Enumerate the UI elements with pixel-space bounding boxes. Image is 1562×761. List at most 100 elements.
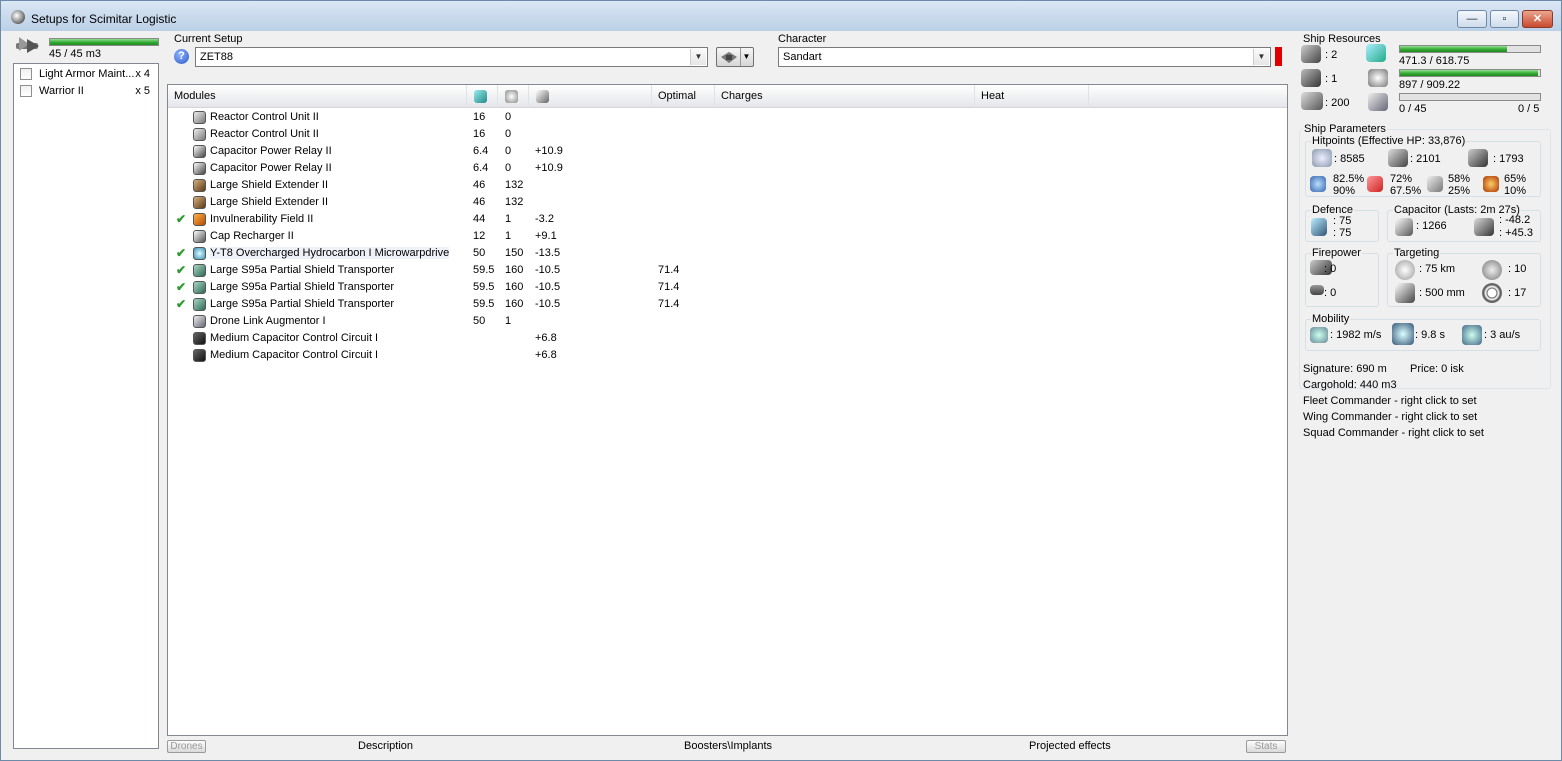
column-cpu[interactable] bbox=[467, 85, 498, 108]
chevron-down-icon[interactable]: ▼ bbox=[740, 48, 752, 66]
shield-hp-icon bbox=[1312, 149, 1332, 167]
ship-menu-button[interactable]: ▼ bbox=[716, 47, 754, 67]
module-cpu: 16 bbox=[473, 128, 486, 140]
table-row[interactable]: ✔ Large S95a Partial Shield Transporter 59… bbox=[168, 262, 1287, 279]
column-charges[interactable]: Charges bbox=[715, 85, 975, 108]
column-powergrid[interactable] bbox=[498, 85, 529, 108]
minimize-button[interactable]: — bbox=[1457, 10, 1487, 28]
character-status-indicator bbox=[1275, 47, 1282, 66]
table-row[interactable]: ✔ Invulnerability Field II 44 1 -3.2 bbox=[168, 211, 1287, 228]
setup-select[interactable]: ZET88 ▼ bbox=[195, 47, 708, 67]
ship-icon bbox=[721, 52, 737, 63]
shield-transporter-icon bbox=[193, 281, 206, 294]
list-item[interactable]: Warrior II x 5 bbox=[14, 83, 158, 99]
module-powergrid: 1 bbox=[505, 315, 512, 327]
column-heat[interactable]: Heat bbox=[975, 85, 1089, 108]
tab-description[interactable]: Description bbox=[358, 740, 413, 752]
module-powergrid: 1 bbox=[505, 230, 512, 242]
module-name: Cap Recharger II bbox=[210, 230, 294, 242]
module-capacitor: -10.5 bbox=[535, 298, 561, 310]
cap-relay-icon bbox=[193, 162, 206, 175]
explosive-armor-resist: 10% bbox=[1504, 185, 1527, 197]
active-check-icon[interactable]: ✔ bbox=[176, 212, 186, 226]
module-cpu: 6.4 bbox=[473, 145, 489, 157]
column-optimal[interactable]: Optimal bbox=[652, 85, 715, 108]
sensor-strength-icon bbox=[1482, 283, 1502, 303]
table-row[interactable]: ✔ Y-T8 Overcharged Hydrocarbon I Microwar… bbox=[168, 245, 1287, 262]
table-row[interactable]: Medium Capacitor Control Circuit I +6.8 bbox=[168, 330, 1287, 347]
chevron-down-icon[interactable]: ▼ bbox=[1253, 49, 1269, 65]
module-capacitor: +10.9 bbox=[535, 162, 563, 174]
maximize-button[interactable]: ▫ bbox=[1490, 10, 1519, 28]
align-time-icon bbox=[1392, 323, 1414, 345]
capacitor-regen: : +45.3 bbox=[1499, 227, 1533, 239]
module-powergrid: 0 bbox=[505, 128, 512, 140]
drone-name: Light Armor Maint... bbox=[39, 68, 135, 80]
structure-hp: : 1793 bbox=[1493, 153, 1524, 165]
tab-stats[interactable]: Stats bbox=[1246, 740, 1286, 753]
active-check-icon[interactable]: ✔ bbox=[176, 280, 186, 294]
drone-bay-capacity-text: 45 / 45 m3 bbox=[49, 48, 101, 60]
squad-commander[interactable]: Squad Commander - right click to set bbox=[1303, 427, 1484, 439]
module-name: Reactor Control Unit II bbox=[210, 128, 319, 140]
drone-list[interactable]: Light Armor Maint... x 4 Warrior II x 5 bbox=[13, 63, 159, 749]
drone-checkbox[interactable] bbox=[20, 85, 32, 97]
table-row[interactable]: Reactor Control Unit II 16 0 bbox=[168, 109, 1287, 126]
active-check-icon[interactable]: ✔ bbox=[176, 263, 186, 277]
column-capacitor[interactable] bbox=[529, 85, 652, 108]
drone-name: Warrior II bbox=[39, 85, 84, 97]
list-item[interactable]: Light Armor Maint... x 4 bbox=[14, 66, 158, 82]
fleet-commander[interactable]: Fleet Commander - right click to set bbox=[1303, 395, 1477, 407]
align-time: : 9.8 s bbox=[1415, 329, 1445, 341]
table-row[interactable]: Reactor Control Unit II 16 0 bbox=[168, 126, 1287, 143]
column-modules[interactable]: Modules bbox=[168, 85, 467, 108]
drone-checkbox[interactable] bbox=[20, 68, 32, 80]
module-name: Large S95a Partial Shield Transporter bbox=[210, 264, 395, 276]
shield-extender-icon bbox=[193, 179, 206, 192]
kinetic-resist-icon bbox=[1427, 176, 1443, 192]
cpu-bar bbox=[1399, 45, 1541, 53]
table-row[interactable]: Large Shield Extender II 46 132 bbox=[168, 177, 1287, 194]
character-select[interactable]: Sandart ▼ bbox=[778, 47, 1271, 67]
drone-bandwidth-bar bbox=[1399, 93, 1541, 101]
question-icon[interactable]: ? bbox=[174, 49, 189, 64]
window-title: Setups for Scimitar Logistic bbox=[31, 12, 177, 26]
module-name: Drone Link Augmentor I bbox=[210, 315, 326, 327]
table-row[interactable]: ✔ Large S95a Partial Shield Transporter 59… bbox=[168, 296, 1287, 313]
title-bar[interactable]: Setups for Scimitar Logistic — ▫ ✕ bbox=[1, 1, 1561, 31]
shield-transporter-icon bbox=[193, 264, 206, 277]
modules-grid[interactable]: Modules Optimal Charges Heat Reactor Con… bbox=[167, 84, 1288, 736]
tab-drones[interactable]: Drones bbox=[167, 740, 206, 753]
max-targets: : 10 bbox=[1508, 263, 1527, 275]
table-row[interactable]: Capacitor Power Relay II 6.4 0 +10.9 bbox=[168, 143, 1287, 160]
module-cpu: 59.5 bbox=[473, 264, 495, 276]
module-powergrid: 160 bbox=[505, 281, 524, 293]
close-button[interactable]: ✕ bbox=[1522, 10, 1553, 28]
tab-projected-effects[interactable]: Projected effects bbox=[1029, 740, 1111, 752]
targeting-range-icon bbox=[1395, 260, 1415, 280]
active-check-icon[interactable]: ✔ bbox=[176, 246, 186, 260]
table-row[interactable]: Large Shield Extender II 46 132 bbox=[168, 194, 1287, 211]
module-name: Capacitor Power Relay II bbox=[210, 162, 332, 174]
module-capacitor: -10.5 bbox=[535, 264, 561, 276]
table-row[interactable]: ✔ Large S95a Partial Shield Transporter 59… bbox=[168, 279, 1287, 296]
cpu-icon bbox=[474, 90, 487, 103]
shield-recharge-icon bbox=[1311, 218, 1327, 236]
wing-commander[interactable]: Wing Commander - right click to set bbox=[1303, 411, 1477, 423]
table-row[interactable]: Capacitor Power Relay II 6.4 0 +10.9 bbox=[168, 160, 1287, 177]
targeting-label: Targeting bbox=[1393, 247, 1441, 259]
tab-boosters-implants[interactable]: Boosters\Implants bbox=[684, 740, 772, 752]
table-row[interactable]: Medium Capacitor Control Circuit I +6.8 bbox=[168, 347, 1287, 364]
kinetic-armor-resist: 25% bbox=[1448, 185, 1471, 197]
table-row[interactable]: Drone Link Augmentor I 50 1 bbox=[168, 313, 1287, 330]
reactor-icon bbox=[193, 128, 206, 141]
shield-transporter-icon bbox=[193, 298, 206, 311]
thermal-shield-resist: 72% bbox=[1390, 173, 1413, 185]
active-check-icon[interactable]: ✔ bbox=[176, 297, 186, 311]
table-row[interactable]: Cap Recharger II 12 1 +9.1 bbox=[168, 228, 1287, 245]
module-capacitor: -10.5 bbox=[535, 281, 561, 293]
velocity-icon bbox=[1310, 327, 1328, 343]
chevron-down-icon[interactable]: ▼ bbox=[690, 49, 706, 65]
drone-bay-capacity-bar bbox=[49, 38, 159, 46]
turret-slots: : 2 bbox=[1325, 49, 1338, 61]
